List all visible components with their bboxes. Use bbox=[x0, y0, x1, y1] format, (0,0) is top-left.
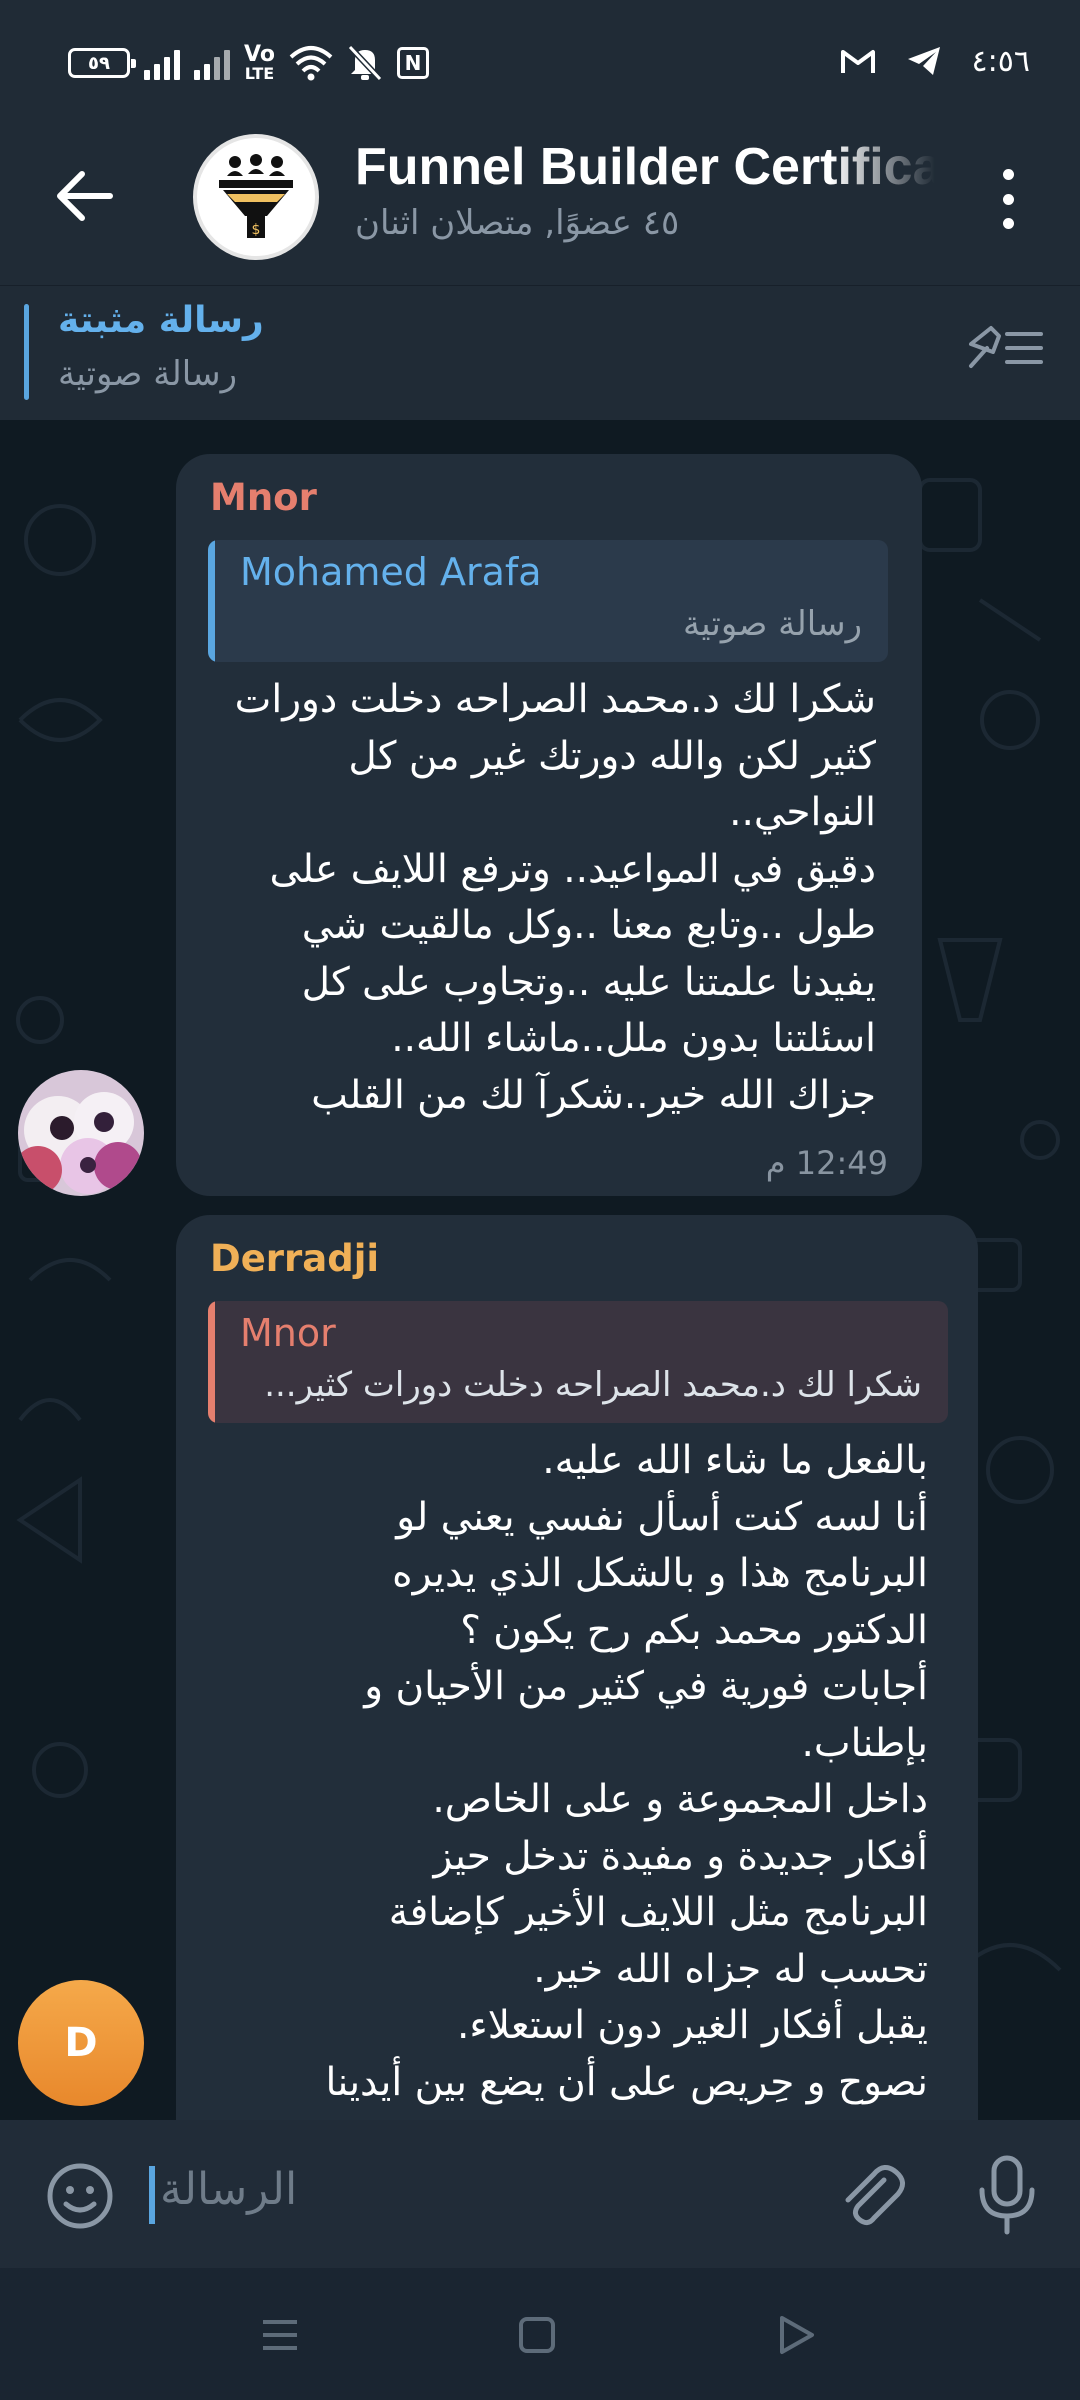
status-left: ٥٩ Vo LTE N bbox=[68, 38, 429, 88]
more-vert-icon[interactable] bbox=[988, 169, 1028, 229]
reply-name: Mohamed Arafa bbox=[240, 550, 542, 594]
chat-subtitle: ٤٥ عضوًا, متصلان اثنان bbox=[355, 203, 680, 243]
message-line: كثير لكن والله دورتك غير من كل bbox=[348, 733, 876, 779]
message-text: شكرا لك د.محمد الصراحه دخلت دورات كثير ل… bbox=[235, 672, 876, 1124]
text-cursor bbox=[149, 2166, 155, 2224]
back-arrow-icon[interactable] bbox=[52, 163, 118, 229]
message-line: جزاك الله خير..شكرآ لك من القلب bbox=[311, 1072, 876, 1118]
pinned-subtitle: رسالة صوتية bbox=[58, 354, 238, 394]
message-input-bar: الرسالة bbox=[0, 2120, 1080, 2268]
system-nav-bar bbox=[0, 2268, 1080, 2400]
telegram-icon bbox=[907, 47, 940, 75]
battery-level: ٥٩ bbox=[88, 52, 110, 74]
group-avatar[interactable]: $ bbox=[193, 134, 319, 260]
message-text: بالفعل ما شاء الله عليه. أنا لسه كنت أسأ… bbox=[326, 1433, 928, 2111]
message-line: البرنامج مثل اللايف الأخير كإضافة bbox=[388, 1890, 928, 1935]
funnel-logo: $ bbox=[219, 154, 293, 238]
message-line: تحسب له جزاه الله خير. bbox=[533, 1946, 928, 1992]
message-input[interactable]: الرسالة bbox=[160, 2164, 297, 2215]
message-bubble[interactable]: Mnor Mohamed Arafa رسالة صوتية شكرا لك د… bbox=[176, 454, 922, 1196]
message-line: أنا لسه كنت أسأل نفسي يعني لو bbox=[396, 1494, 928, 1540]
chat-title[interactable]: Funnel Builder Certificate bbox=[355, 137, 935, 197]
message-line: بالفعل ما شاء الله عليه. bbox=[542, 1438, 928, 1483]
reply-bar bbox=[208, 1301, 215, 1423]
reply-name: Mnor bbox=[240, 1311, 336, 1355]
signal-2-icon bbox=[194, 46, 230, 80]
avatar-letter: D bbox=[64, 2020, 98, 2066]
message-line: النواحي.. bbox=[729, 790, 876, 835]
chat-area[interactable]: Mnor Mohamed Arafa رسالة صوتية شكرا لك د… bbox=[0, 420, 1080, 2120]
message-line: أجابات فورية في كثير من الأحيان و bbox=[364, 1664, 928, 1709]
message-line: طول ..وتابع معنا ..وكل مالقيت شي bbox=[301, 903, 876, 948]
mic-icon[interactable] bbox=[972, 2154, 1042, 2236]
back-icon[interactable] bbox=[770, 2310, 820, 2360]
sender-name[interactable]: Derradji bbox=[210, 1237, 379, 1280]
home-icon[interactable] bbox=[512, 2310, 562, 2360]
svg-text:$: $ bbox=[252, 222, 261, 238]
clock: ٤:٥٦ bbox=[971, 43, 1030, 79]
message-line: اسئلتنا بدون ملل..ماشاء الله.. bbox=[391, 1016, 876, 1061]
message-line: نصوح و حِريص على أن يضع بين أيدينا bbox=[325, 2059, 928, 2105]
reply-bar bbox=[208, 540, 215, 662]
message-line: الدكتور محمد بكم رح يكون ؟ bbox=[460, 1607, 928, 1653]
sender-name[interactable]: Mnor bbox=[210, 476, 317, 519]
volte-label-bottom: LTE bbox=[244, 64, 275, 83]
signal-icon bbox=[144, 46, 180, 80]
message-line: شكرا لك د.محمد الصراحه دخلت دورات bbox=[234, 677, 876, 722]
message-line: البرنامج هذا و بالشكل الذي يديره bbox=[392, 1551, 928, 1596]
pinned-list-icon[interactable] bbox=[965, 314, 1045, 380]
user-avatar[interactable] bbox=[18, 1070, 144, 1196]
status-right: ٤:٥٦ bbox=[840, 36, 1030, 86]
gmail-icon bbox=[840, 50, 875, 73]
message-bubble[interactable]: Derradji Mnor شكرا لك د.محمد الصراحه دخل… bbox=[176, 1215, 978, 2120]
battery-icon: ٥٩ bbox=[68, 48, 136, 78]
attach-icon[interactable] bbox=[832, 2158, 908, 2234]
chat-header: $ Funnel Builder Certificate ٤٥ عضوًا, م… bbox=[0, 125, 1080, 285]
reply-text: رسالة صوتية bbox=[682, 604, 862, 644]
recents-icon[interactable] bbox=[255, 2310, 305, 2360]
message-line: داخل المجموعة و على الخاص. bbox=[432, 1777, 928, 1822]
message-line: يقبل أفكار الغير دون استعلاء. bbox=[457, 2003, 928, 2048]
message-line: أفكار جديدة و مفيدة تدخل حيز bbox=[433, 1833, 928, 1879]
pinned-title: رسالة مثبتة bbox=[58, 300, 264, 341]
reply-preview[interactable]: Mohamed Arafa رسالة صوتية bbox=[208, 540, 888, 662]
nfc-label: N bbox=[404, 51, 422, 75]
volte-label-top: Vo bbox=[244, 42, 275, 67]
status-bar: ٥٩ Vo LTE N ٤:٥٦ bbox=[0, 0, 1080, 125]
reply-text: شكرا لك د.محمد الصراحه دخلت دورات كثير..… bbox=[264, 1365, 922, 1405]
mute-icon bbox=[347, 44, 383, 82]
pinned-indicator bbox=[24, 304, 29, 400]
volte-icon: Vo LTE bbox=[244, 44, 275, 82]
reply-preview[interactable]: Mnor شكرا لك د.محمد الصراحه دخلت دورات ك… bbox=[208, 1301, 948, 1423]
wifi-icon bbox=[289, 46, 333, 81]
message-time: 12:49 م bbox=[765, 1144, 888, 1182]
emoji-icon[interactable] bbox=[44, 2160, 116, 2232]
flower-avatar-image bbox=[18, 1070, 144, 1196]
pinned-message-bar[interactable]: رسالة مثبتة رسالة صوتية bbox=[0, 285, 1080, 421]
nfc-icon: N bbox=[396, 47, 429, 79]
user-avatar[interactable]: D bbox=[18, 1980, 144, 2106]
message-line: يفيدنا علمتنا عليه ..وتجاوب على كل bbox=[301, 959, 876, 1005]
message-line: بإطناب. bbox=[801, 1720, 928, 1766]
message-line: دقيق في المواعيد.. وترفع اللايف على bbox=[269, 846, 877, 892]
